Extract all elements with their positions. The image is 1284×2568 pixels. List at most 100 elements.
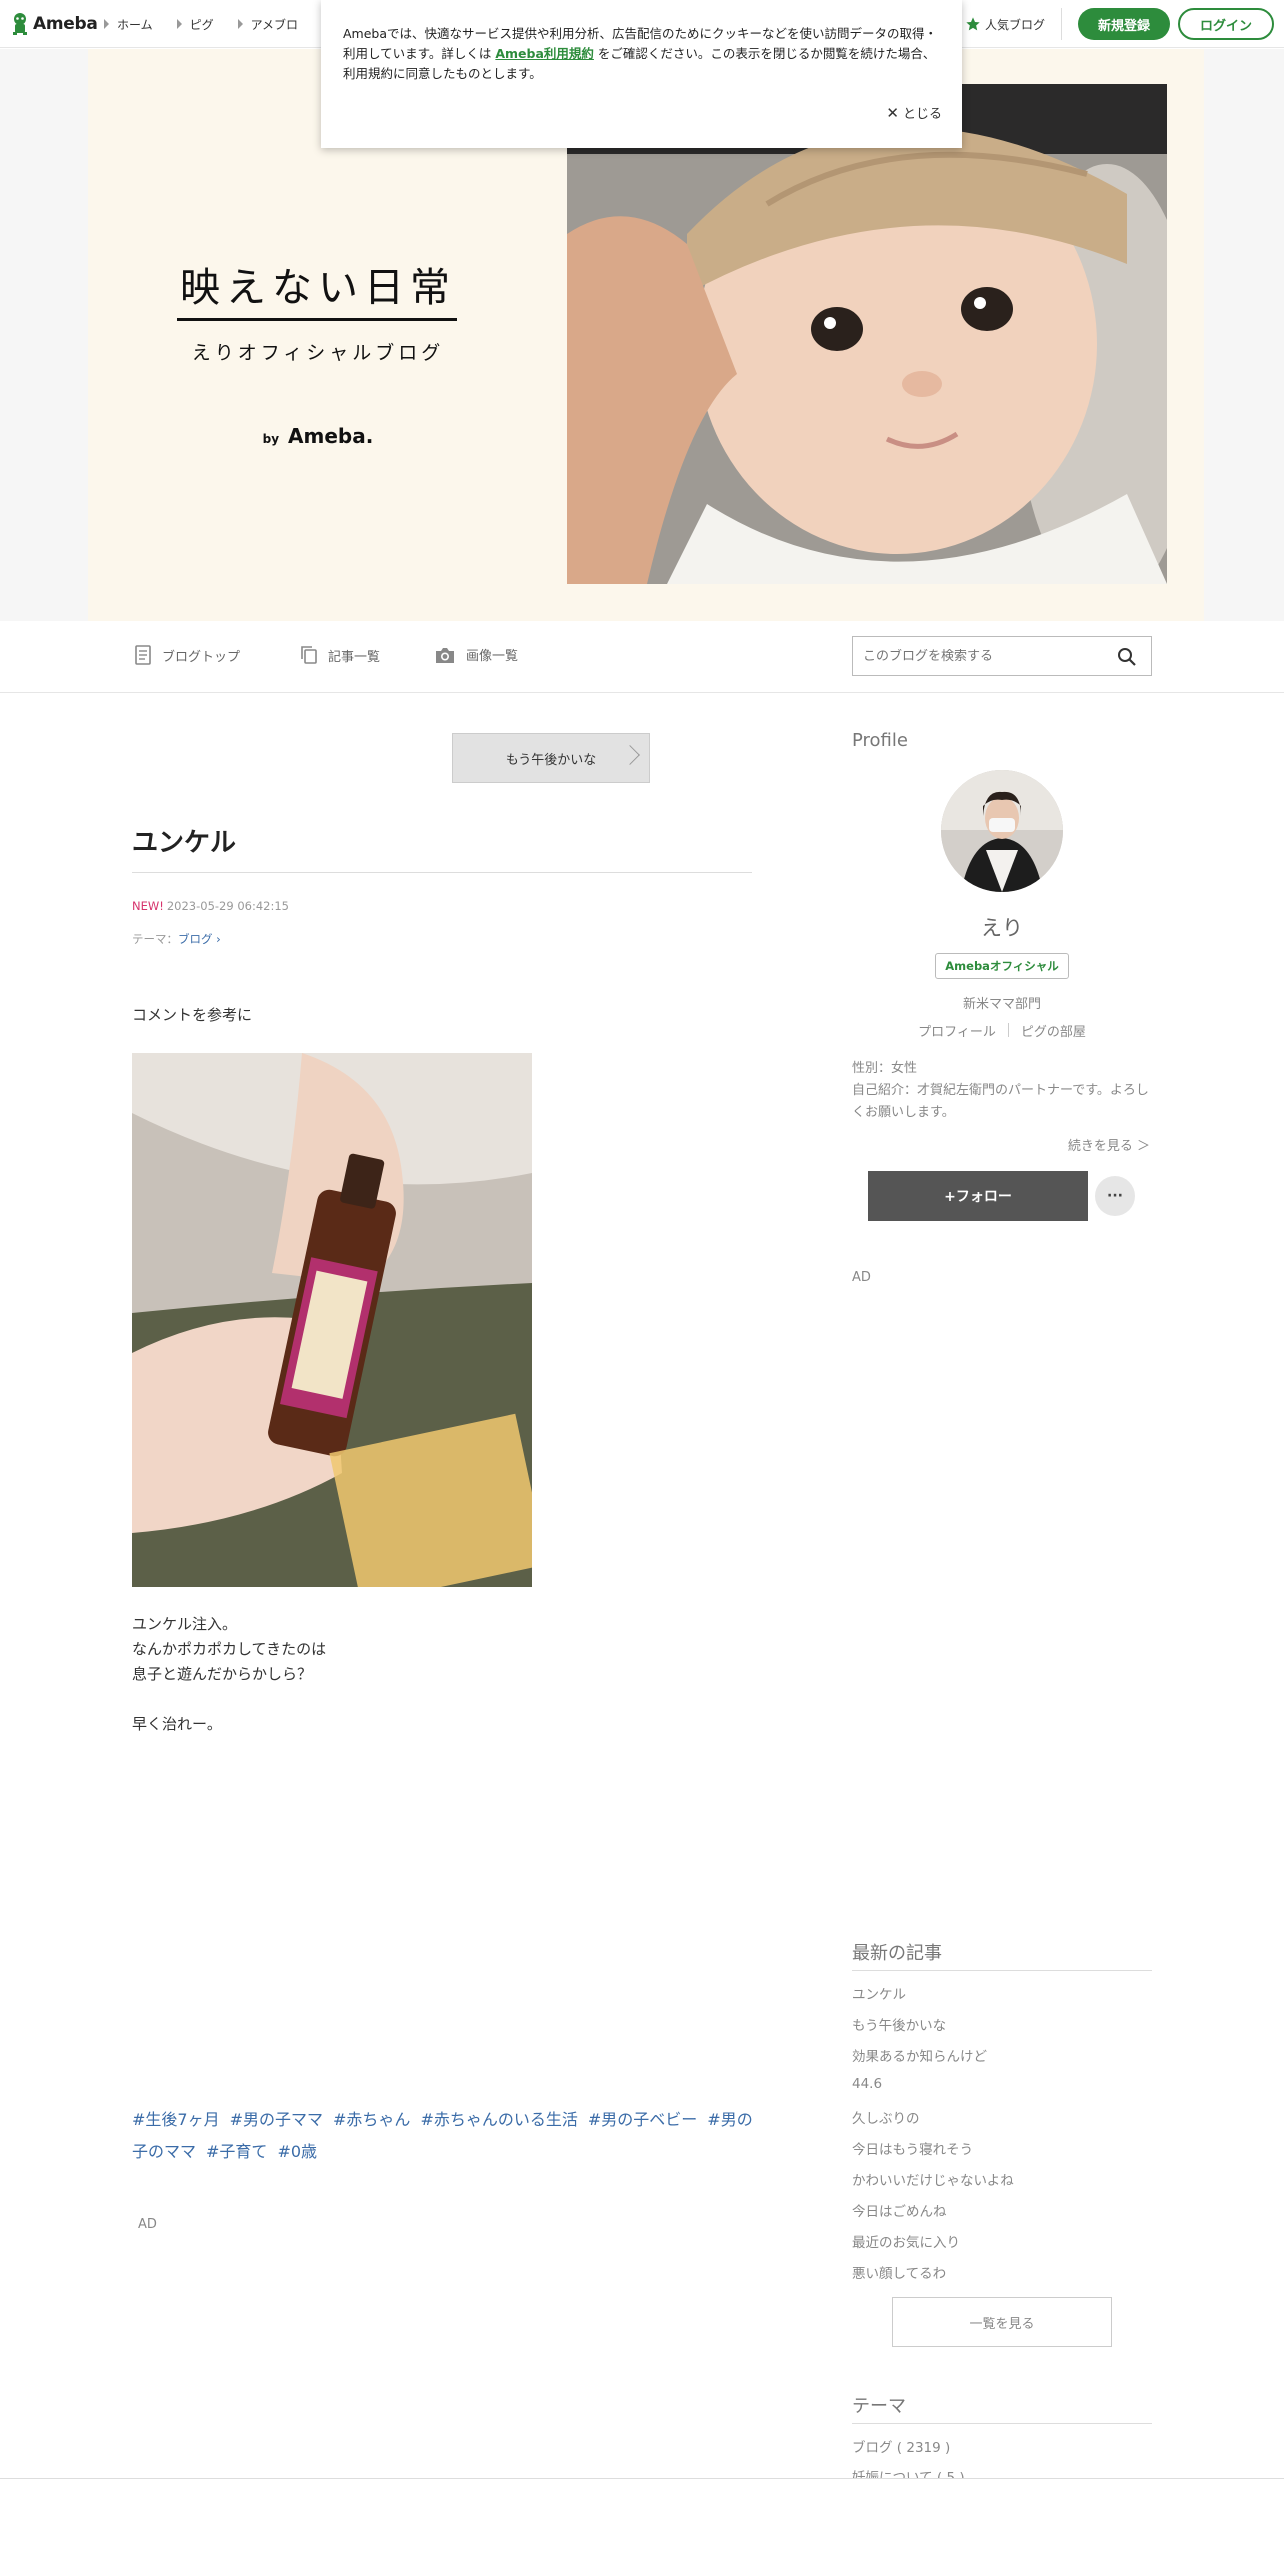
read-more-link[interactable]: 続きを見る ＞ xyxy=(852,1135,1150,1154)
baby-in-cap-image xyxy=(567,84,1167,584)
hashtag-list: #生後7ヶ月 #男の子ママ #赤ちゃん #赤ちゃんのいる生活 #男の子ベビー #男の子のマ… xyxy=(132,2104,757,2168)
ameba-mascot-icon xyxy=(13,13,27,35)
recent-entry-link[interactable]: ユンケル xyxy=(852,1983,1152,2014)
chevron-right-icon xyxy=(620,745,640,765)
close-icon: ✕ xyxy=(886,103,899,122)
profile-category: 新米ママ部門 xyxy=(962,997,1041,1012)
profile-name[interactable]: えり xyxy=(852,912,1152,942)
caret-right-icon xyxy=(104,19,109,29)
profile-info: 性別：女性 自己紹介：才賀紀左衛門のパートナーです。よろしくお願いします。 xyxy=(852,1058,1152,1124)
recent-entry-link[interactable]: もう午後かいな xyxy=(852,2014,1152,2045)
official-badge: Amebaオフィシャル xyxy=(935,953,1069,979)
prev-entry-label: もう午後かいな xyxy=(505,752,597,768)
divider xyxy=(132,872,752,873)
by-label: by xyxy=(262,432,280,446)
ad-label: AD xyxy=(138,2217,157,2232)
article-intro: コメントを参考に xyxy=(132,1006,253,1024)
copy-icon xyxy=(301,646,317,664)
logo-text: Ameba xyxy=(33,14,98,34)
hashtag[interactable]: #赤ちゃん xyxy=(333,2110,410,2129)
recent-entry-link[interactable]: 久しぶりの xyxy=(852,2107,1152,2138)
title-underline xyxy=(177,318,457,321)
caret-right-icon xyxy=(176,19,182,29)
theme-heading: テーマ xyxy=(852,2396,906,2417)
image-list-link[interactable]: 画像一覧 xyxy=(434,645,518,664)
recent-entry-link[interactable]: 最近のお気に入り xyxy=(852,2231,1152,2262)
see-all-button[interactable]: 一覧を見る xyxy=(892,2297,1112,2347)
nav-ameblo[interactable]: アメブロ xyxy=(237,16,299,33)
profile-photo xyxy=(941,770,1063,892)
profile-intro: 自己紹介：才賀紀左衛門のパートナーです。よろしくお願いします。 xyxy=(852,1083,1149,1120)
article-meta: NEW! 2023-05-29 06:42:15 xyxy=(132,899,289,913)
blog-search-input[interactable] xyxy=(863,648,1103,664)
hashtag[interactable]: #生後7ヶ月 xyxy=(132,2110,220,2129)
recent-entry-link[interactable]: 今日はごめんね xyxy=(852,2200,1152,2231)
recent-heading: 最新の記事 xyxy=(852,1943,942,1964)
cookie-consent-dialog: Amebaでは、快適なサービス提供や利用分析、広告配信のためにクッキーなどを使い… xyxy=(321,0,962,148)
avatar[interactable] xyxy=(941,770,1063,892)
header-actions: 人気ブログ 新規登録 ログイン xyxy=(965,0,1274,48)
blog-title: 映えない日常 xyxy=(180,265,456,311)
article-date: 2023-05-29 06:42:15 xyxy=(166,899,289,913)
prev-entry-button[interactable]: もう午後かいな xyxy=(452,733,650,783)
blog-top-link[interactable]: ブログトップ xyxy=(134,645,240,665)
recent-entry-link[interactable]: 効果あるか知らんけど xyxy=(852,2045,1152,2076)
hashtag[interactable]: #男の子ママ xyxy=(230,2110,323,2129)
entry-list-link[interactable]: 記事一覧 xyxy=(300,645,380,665)
recent-entry-link[interactable]: かわいいだけじゃないよね xyxy=(852,2169,1152,2200)
cookie-close-label: とじる xyxy=(902,107,942,122)
recent-entry-link[interactable]: 今日はもう寝れそう xyxy=(852,2138,1152,2169)
divider xyxy=(852,1970,1152,1971)
divider xyxy=(1007,1023,1009,1037)
article-photo[interactable] xyxy=(132,1053,532,1587)
follow-button[interactable]: +フォロー xyxy=(868,1171,1088,1221)
nav-home[interactable]: ホーム xyxy=(104,16,153,33)
popular-blog-link[interactable]: 人気ブログ xyxy=(965,8,1062,40)
register-button[interactable]: 新規登録 xyxy=(1077,8,1170,40)
document-icon xyxy=(135,645,151,665)
theme-prefix: テーマ： xyxy=(132,932,178,946)
global-nav: ホーム ピグ アメブロ xyxy=(104,0,298,48)
body-line: なんかポカポカしてきたのは xyxy=(132,1640,327,1658)
nav-pig[interactable]: ピグ xyxy=(176,16,214,33)
hashtag[interactable]: #0歳 xyxy=(277,2142,317,2161)
article-theme: テーマ：ブログ › xyxy=(132,931,221,947)
profile-link[interactable]: プロフィール xyxy=(918,1021,996,1040)
more-options-button[interactable]: ··· xyxy=(1095,1176,1135,1216)
nav-ameblo-label: アメブロ xyxy=(250,17,299,32)
theme-link[interactable]: ブログ xyxy=(178,932,213,946)
bottom-bar xyxy=(0,2478,1284,2568)
profile-links: プロフィール ピグの部屋 xyxy=(852,1021,1152,1040)
popular-blog-label: 人気ブログ xyxy=(984,17,1045,32)
entry-list-label: 記事一覧 xyxy=(328,649,381,665)
hashtag[interactable]: #男の子ベビー xyxy=(588,2110,697,2129)
blog-nav-bar: ブログトップ 記事一覧 画像一覧 xyxy=(0,621,1284,693)
body-line: 早く治れー。 xyxy=(132,1715,222,1733)
search-icon[interactable] xyxy=(1117,647,1137,667)
theme-link[interactable]: ブログ ( 2319 ) xyxy=(852,2436,1152,2466)
ameba-logo[interactable]: Ameba xyxy=(10,12,98,36)
body-line: 息子と遊んだからかしら？ xyxy=(132,1665,313,1683)
recent-entry-link[interactable]: 悪い顔してるわ xyxy=(852,2262,1152,2293)
terms-link[interactable]: Ameba利用規約 xyxy=(495,46,594,61)
profile-heading: Profile xyxy=(852,730,908,751)
by-ameba-mark: by Ameba. xyxy=(88,424,548,448)
chevron-right-icon: › xyxy=(212,932,221,946)
star-icon xyxy=(966,17,980,31)
recent-entry-link[interactable]: 44.6 xyxy=(852,2076,1152,2107)
yunker-bottle-image xyxy=(132,1053,532,1587)
hashtag[interactable]: #子育て xyxy=(206,2142,267,2161)
blog-top-label: ブログトップ xyxy=(162,649,241,665)
article-title[interactable]: ユンケル xyxy=(132,822,236,859)
pig-room-link[interactable]: ピグの部屋 xyxy=(1021,1021,1086,1040)
ameba-brand: Ameba. xyxy=(288,424,374,448)
divider xyxy=(852,2423,1152,2424)
cookie-close-button[interactable]: ✕ とじる xyxy=(886,103,942,123)
cookie-text: Amebaでは、快適なサービス提供や利用分析、広告配信のためにクッキーなどを使い… xyxy=(343,24,940,84)
login-button[interactable]: ログイン xyxy=(1177,8,1274,40)
new-badge: NEW! xyxy=(132,899,164,913)
article-body: ユンケル注入。 なんかポカポカしてきたのは 息子と遊んだからかしら？ 早く治れー… xyxy=(132,1612,326,1737)
blog-search-box xyxy=(852,636,1152,676)
nav-home-label: ホーム xyxy=(117,17,153,32)
hashtag[interactable]: #赤ちゃんのいる生活 xyxy=(420,2110,577,2129)
